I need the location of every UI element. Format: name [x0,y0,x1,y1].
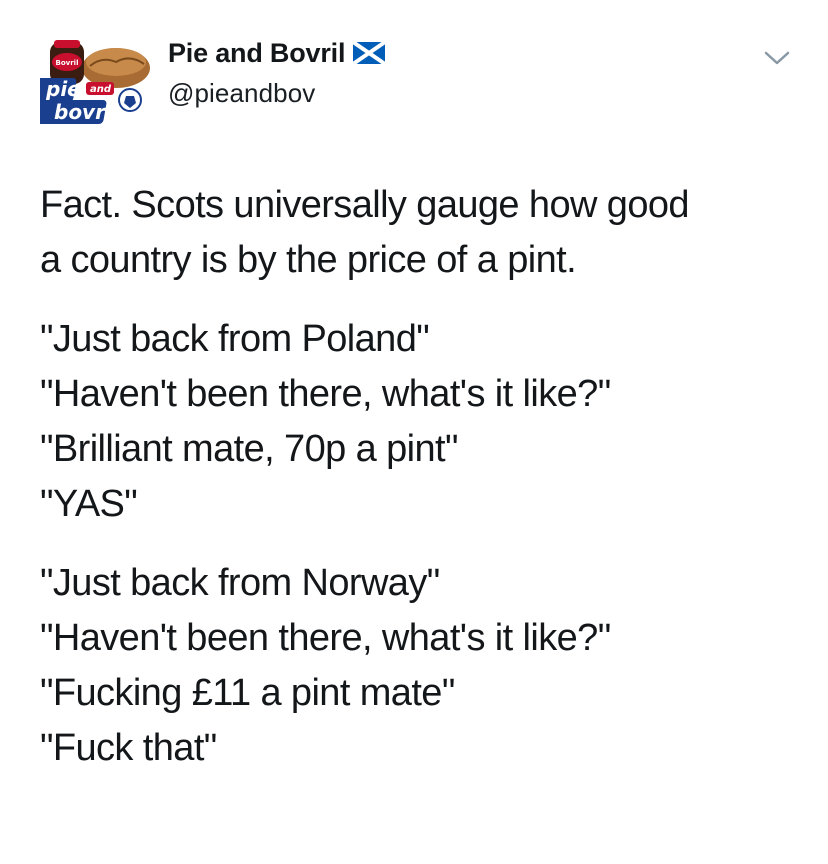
tweet-paragraph: Fact. Scots universally gauge how good a… [40,178,810,288]
tweet-line: Fact. Scots universally gauge how good [40,184,690,226]
scotland-flag-icon [353,42,386,64]
logo-text-line1: pie [45,77,81,101]
tweet-text: Fact. Scots universally gauge how good a… [40,178,810,776]
display-name[interactable]: Pie and Bovril [168,38,345,69]
tweet-paragraph: "Just back from Norway" "Haven't been th… [40,556,810,776]
logo-text-and: and [90,84,112,95]
tweet-line: "Just back from Poland" [40,318,430,360]
author-block: Pie and Bovril @pieandbov [168,36,386,109]
tweet-header: Bovril pie and bovril Pie and Bovril @pi… [25,30,810,124]
tweet-card: Bovril pie and bovril Pie and Bovril @pi… [0,0,828,864]
avatar[interactable]: Bovril pie and bovril [25,38,152,128]
tweet-line: "Fucking £11 a pint mate" [40,672,455,714]
tweet-line: "Haven't been there, what's it like?" [40,373,611,415]
pie-and-bovril-logo-icon: Bovril pie and bovril [25,40,150,124]
chevron-down-icon[interactable] [762,48,792,68]
tweet-line: "Just back from Norway" [40,562,440,604]
author-handle[interactable]: @pieandbov [168,78,385,109]
display-name-row: Pie and Bovril [168,36,386,70]
tweet-line: "Fuck that" [40,727,217,769]
tweet-line: "Haven't been there, what's it like?" [40,617,611,659]
tweet-paragraph: "Just back from Poland" "Haven't been th… [40,312,810,532]
logo-jar-label: Bovril [56,59,79,67]
logo-text-line2: bovril [54,100,120,124]
tweet-line: "YAS" [40,483,138,525]
tweet-line: "Brilliant mate, 70p a pint" [40,428,458,470]
tweet-line: a country is by the price of a pint. [40,239,577,281]
